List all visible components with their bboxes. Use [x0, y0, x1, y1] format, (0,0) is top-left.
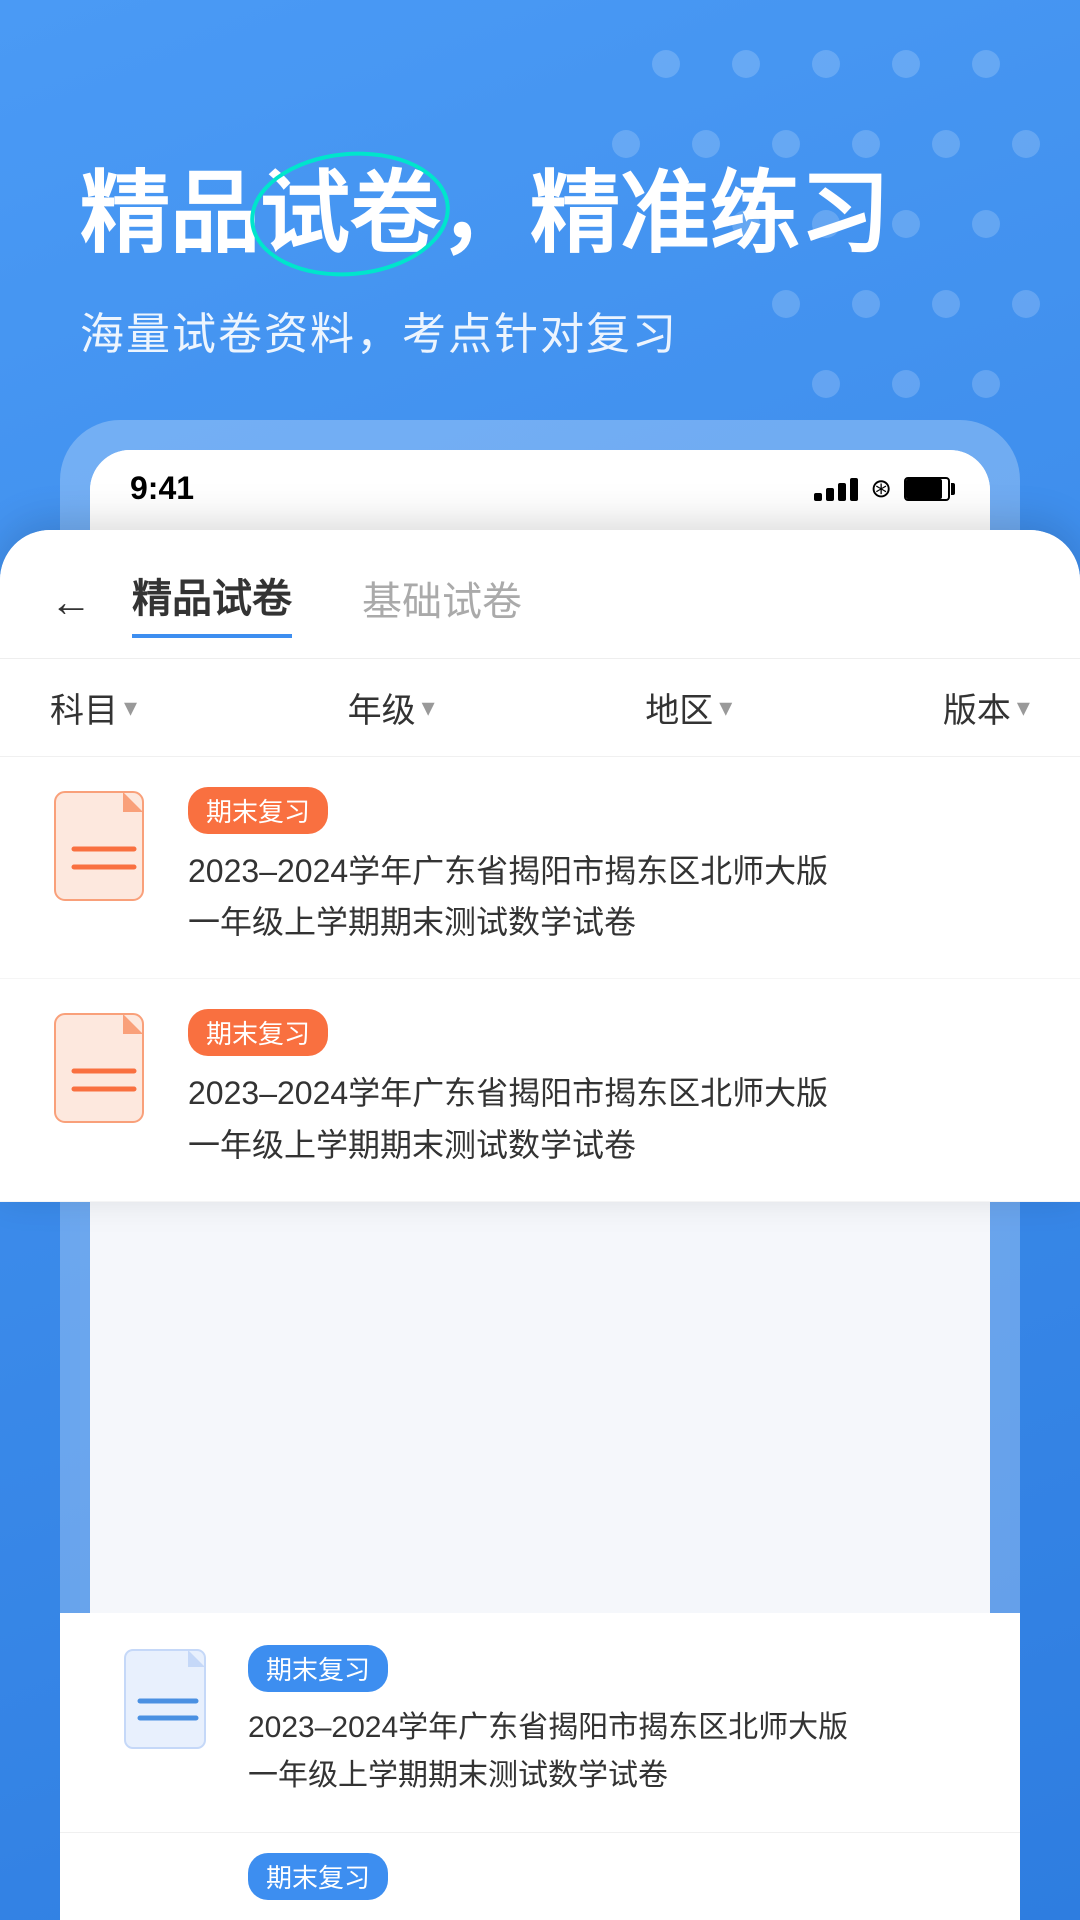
hero-title-before: 精品 — [80, 164, 260, 264]
main-item-title-1: 2023–2024学年广东省揭阳市揭东区北师大版一年级上学期期末测试数学试卷 — [188, 846, 1030, 948]
bottom-partial-section: 期末复习 2023–2024学年广东省揭阳市揭东区北师大版一年级上学期期末测试数… — [60, 1613, 1020, 1920]
tag-badge-orange: 期末复习 — [188, 1009, 328, 1056]
main-filter-region[interactable]: 地区 ▾ — [645, 683, 732, 732]
main-item-content-1: 期末复习 2023–2024学年广东省揭阳市揭东区北师大版一年级上学期期末测试数… — [188, 787, 1030, 948]
chevron-down-icon: ▾ — [124, 692, 137, 723]
tag-badge-blue-partial: 期末复习 — [248, 1853, 388, 1900]
hero-subtitle: 海量试卷资料，考点针对复习 — [80, 298, 1000, 362]
chevron-down-icon: ▾ — [1017, 692, 1030, 723]
hero-title-after: 精准练习 — [530, 164, 890, 264]
bottom-partial-item[interactable]: 期末复习 — [60, 1833, 1020, 1920]
bottom-item-content: 期末复习 2023–2024学年广东省揭阳市揭东区北师大版一年级上学期期末测试数… — [248, 1645, 960, 1800]
doc-icon-blue-bottom — [120, 1645, 220, 1755]
main-tab-basic[interactable]: 基础试卷 — [362, 569, 522, 635]
main-filter-grade[interactable]: 年级 ▾ — [348, 683, 435, 732]
bottom-list-item-blue[interactable]: 期末复习 2023–2024学年广东省揭阳市揭东区北师大版一年级上学期期末测试数… — [60, 1613, 1020, 1833]
main-nav-tabs: ← 精品试卷 基础试卷 — [0, 530, 1080, 659]
main-card: ← 精品试卷 基础试卷 科目 ▾ 年级 ▾ 地区 ▾ 版本 ▾ — [0, 530, 1080, 1202]
main-filter-subject[interactable]: 科目 ▾ — [50, 683, 137, 732]
main-filter-version[interactable]: 版本 ▾ — [943, 683, 1030, 732]
main-list-item[interactable]: 期末复习 2023–2024学年广东省揭阳市揭东区北师大版一年级上学期期末测试数… — [0, 757, 1080, 979]
main-filter-row: 科目 ▾ 年级 ▾ 地区 ▾ 版本 ▾ — [0, 659, 1080, 757]
main-tab-premium[interactable]: 精品试卷 — [132, 566, 292, 638]
chevron-down-icon: ▾ — [719, 692, 732, 723]
doc-icon-orange — [50, 787, 160, 907]
hero-section: 精品试卷，精准练习 海量试卷资料，考点针对复习 — [0, 0, 1080, 422]
hero-title-highlight: 试卷 — [260, 160, 440, 268]
main-back-button[interactable]: ← — [50, 578, 92, 626]
tag-badge-orange: 期末复习 — [188, 787, 328, 834]
status-icons: ⊛ — [814, 473, 950, 504]
bottom-item-title: 2023–2024学年广东省揭阳市揭东区北师大版一年级上学期期末测试数学试卷 — [248, 1704, 960, 1800]
main-item-title-2: 2023–2024学年广东省揭阳市揭东区北师大版一年级上学期期末测试数学试卷 — [188, 1068, 1030, 1170]
main-list: 期末复习 2023–2024学年广东省揭阳市揭东区北师大版一年级上学期期末测试数… — [0, 757, 1080, 1202]
status-bar: 9:41 ⊛ — [90, 450, 990, 517]
main-list-item[interactable]: 期末复习 2023–2024学年广东省揭阳市揭东区北师大版一年级上学期期末测试数… — [0, 979, 1080, 1201]
tag-badge-blue: 期末复习 — [248, 1645, 388, 1692]
hero-title: 精品试卷，精准练习 — [80, 160, 1000, 268]
status-time: 9:41 — [130, 470, 194, 507]
chevron-down-icon: ▾ — [422, 692, 435, 723]
wifi-icon: ⊛ — [870, 473, 892, 504]
battery-icon — [904, 477, 950, 501]
doc-icon-orange — [50, 1009, 160, 1129]
signal-icon — [814, 477, 858, 501]
hero-title-comma: ， — [440, 164, 530, 264]
main-item-content-2: 期末复习 2023–2024学年广东省揭阳市揭东区北师大版一年级上学期期末测试数… — [188, 1009, 1030, 1170]
